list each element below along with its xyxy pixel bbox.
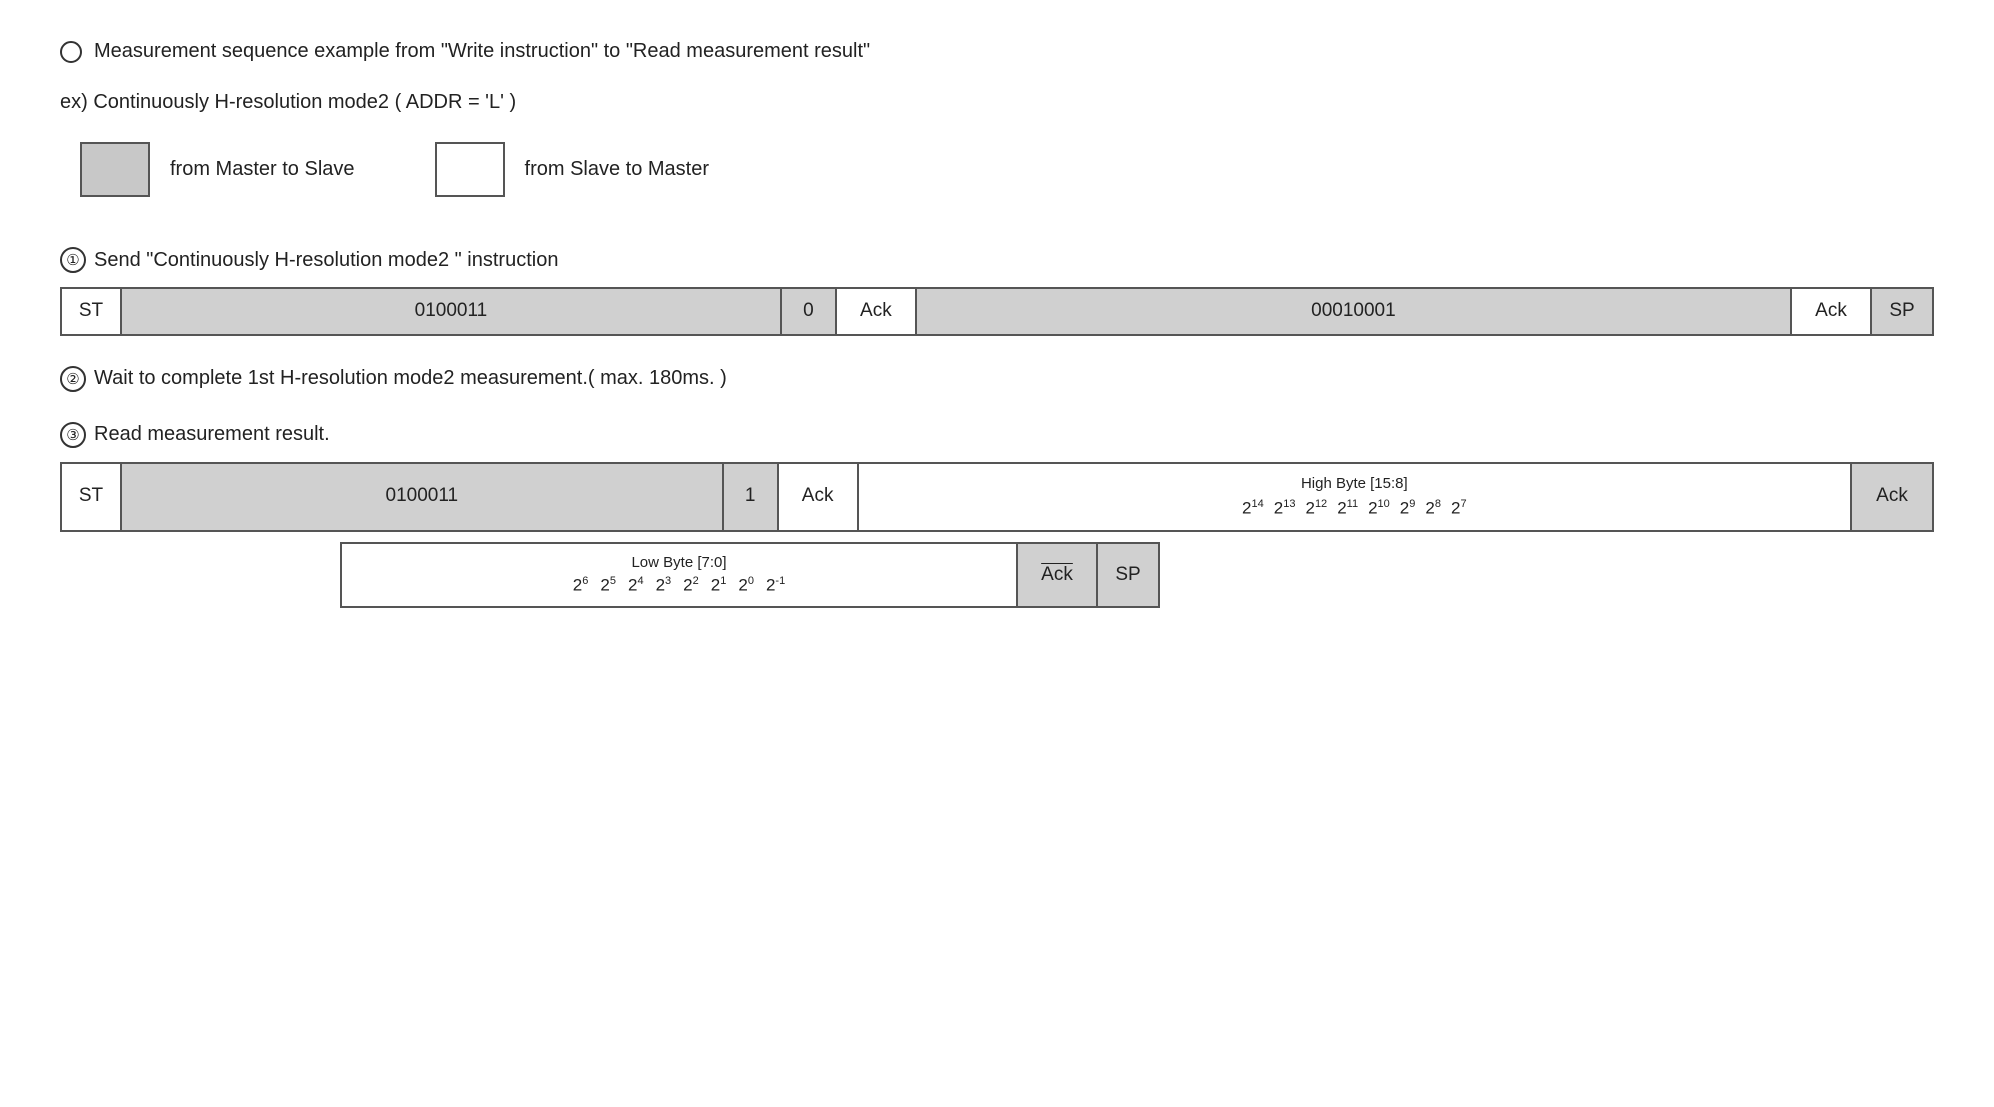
step-1-frame: ST 0100011 0 Ack 00010001 Ack SP: [60, 287, 1934, 336]
lowbyte-ack: Ack: [1018, 544, 1098, 606]
section-header: Measurement sequence example from "Write…: [60, 40, 1934, 63]
step-3: ③ Read measurement result. ST 0100011 1 …: [60, 422, 1934, 608]
lowbyte-label: Low Byte [7:0]: [631, 554, 726, 571]
frame3-ack: Ack: [779, 464, 859, 530]
step-2-num: ②: [60, 366, 86, 392]
highbyte-bits: 214 213 212 211 210 29 28 27: [1242, 497, 1467, 520]
step-2: ② Wait to complete 1st H-resolution mode…: [60, 366, 1934, 392]
step-3-header: ③ Read measurement result.: [60, 422, 1934, 448]
legend-item-slave: from Slave to Master: [435, 142, 710, 197]
frame1-data: 00010001: [917, 289, 1792, 334]
lowbyte-sp: SP: [1098, 544, 1158, 606]
frame3-highbyte: High Byte [15:8] 214 213 212 211 210 29 …: [859, 464, 1852, 530]
step-3-lowbyte-frame: Low Byte [7:0] 26 25 24 23 22 21 20 2-1 …: [340, 542, 1160, 608]
step-3-frame: ST 0100011 1 Ack High Byte [15:8] 214 21…: [60, 462, 1934, 532]
step-2-text: Wait to complete 1st H-resolution mode2 …: [94, 367, 727, 390]
frame1-sp: SP: [1872, 289, 1932, 334]
step-1-num: ①: [60, 247, 86, 273]
legend-box-master: [80, 142, 150, 197]
legend-label-slave: from Slave to Master: [525, 158, 710, 181]
lowbyte-bits: 26 25 24 23 22 21 20 2-1: [573, 575, 785, 596]
legend-label-master: from Master to Slave: [170, 158, 355, 181]
frame1-st: ST: [62, 289, 122, 334]
frame3-rw: 1: [724, 464, 779, 530]
step-3-num: ③: [60, 422, 86, 448]
step-1-header: ① Send "Continuously H-resolution mode2 …: [60, 247, 1934, 273]
circle-bullet-icon: [60, 41, 82, 63]
legend-box-slave: [435, 142, 505, 197]
frame1-addr: 0100011: [122, 289, 782, 334]
highbyte-label: High Byte [15:8]: [1301, 474, 1408, 494]
step-1-text: Send "Continuously H-resolution mode2 " …: [94, 249, 558, 272]
step-3-text: Read measurement result.: [94, 423, 330, 446]
frame1-ack2: Ack: [1792, 289, 1872, 334]
frame1-ack1: Ack: [837, 289, 917, 334]
step-2-header: ② Wait to complete 1st H-resolution mode…: [60, 366, 1934, 392]
lowbyte-data: Low Byte [7:0] 26 25 24 23 22 21 20 2-1: [342, 544, 1018, 606]
frame1-rw: 0: [782, 289, 837, 334]
legend-item-master: from Master to Slave: [80, 142, 355, 197]
frame3-st: ST: [62, 464, 122, 530]
frame3-ack-end: Ack: [1852, 464, 1932, 530]
legend: from Master to Slave from Slave to Maste…: [80, 142, 1934, 197]
example-label: ex) Continuously H-resolution mode2 ( AD…: [60, 91, 1934, 114]
frame3-addr: 0100011: [122, 464, 724, 530]
step-1: ① Send "Continuously H-resolution mode2 …: [60, 247, 1934, 336]
header-title: Measurement sequence example from "Write…: [94, 40, 870, 63]
